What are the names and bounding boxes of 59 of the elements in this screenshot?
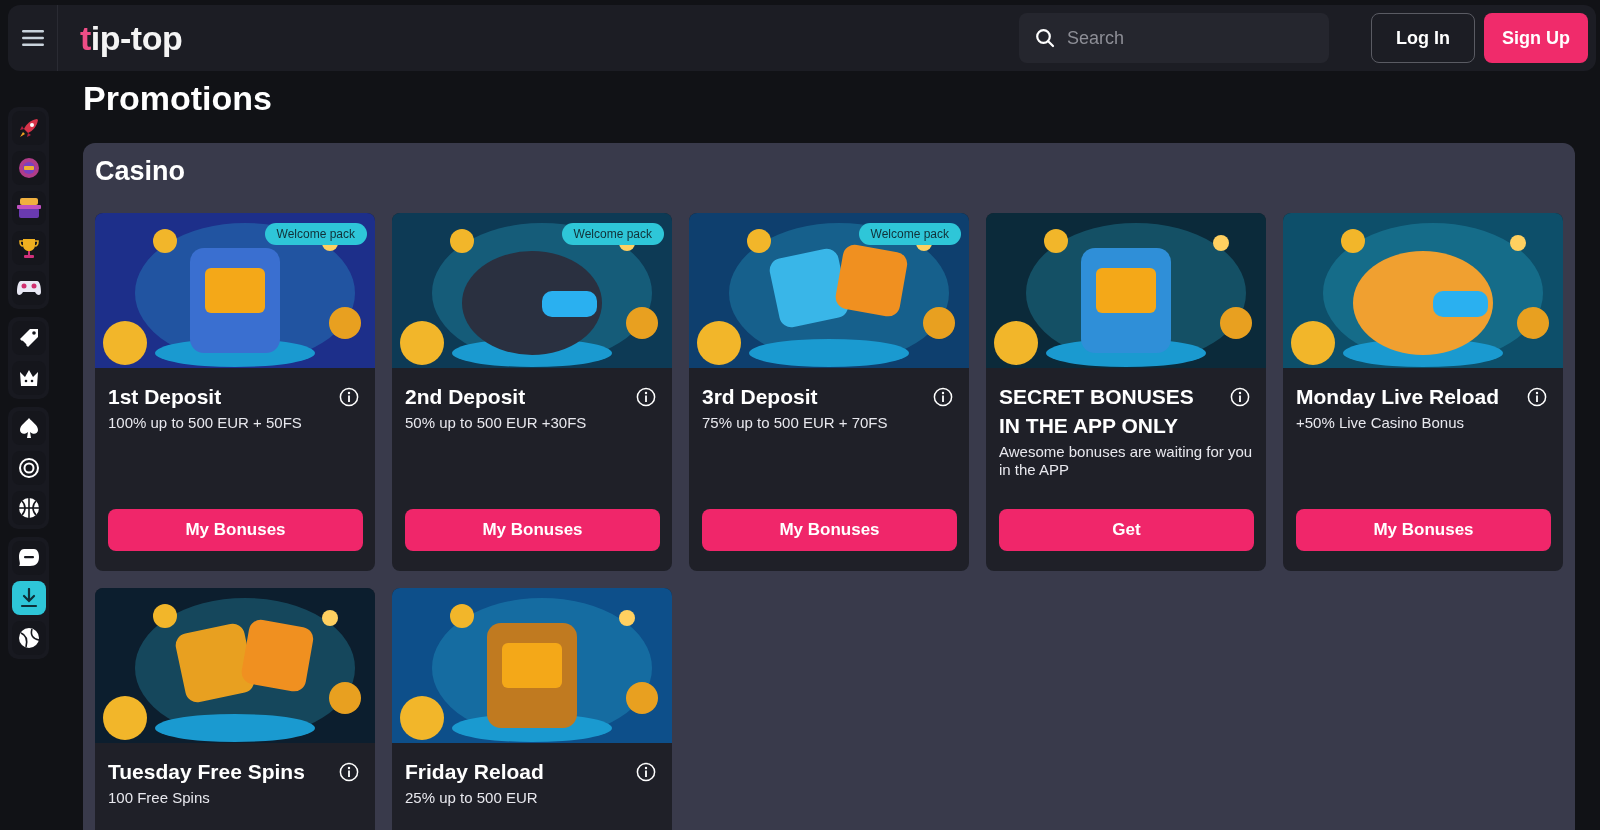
card-description: 50% up to 500 EUR +30FS bbox=[405, 414, 588, 433]
spade-icon bbox=[18, 417, 39, 439]
sidebar-item[interactable] bbox=[11, 191, 46, 225]
card-description: +50% Live Casino Bonus bbox=[1296, 414, 1466, 433]
sidebar-item[interactable] bbox=[11, 231, 46, 265]
card-title: Tuesday Free Spins bbox=[108, 759, 305, 786]
sidebar-item[interactable] bbox=[11, 491, 46, 525]
card-title: 3rd Deposit bbox=[702, 384, 818, 411]
trophy-icon bbox=[16, 236, 41, 260]
download-button[interactable] bbox=[11, 581, 46, 615]
info-icon[interactable] bbox=[636, 762, 656, 783]
card-title: Monday Live Reload bbox=[1296, 384, 1500, 411]
info-icon[interactable] bbox=[933, 387, 953, 408]
card-description: 25% up to 500 EUR bbox=[405, 789, 539, 808]
log-in-button[interactable]: Log In bbox=[1371, 13, 1475, 63]
bonus-button[interactable]: Get bbox=[999, 509, 1254, 552]
info-icon[interactable] bbox=[339, 387, 359, 408]
bonus-button[interactable]: My Bonuses bbox=[108, 509, 363, 552]
card-title: Friday Reload bbox=[405, 759, 544, 786]
basketball-icon bbox=[17, 497, 40, 519]
sidebar-item[interactable] bbox=[11, 361, 46, 395]
card-description: 100 Free Spins bbox=[108, 789, 211, 808]
card-description: 75% up to 500 EUR + 70FS bbox=[702, 414, 889, 433]
sidebar-item[interactable] bbox=[11, 321, 46, 355]
section-title: Casino bbox=[95, 154, 186, 188]
target-icon bbox=[17, 457, 40, 479]
card-title: SECRET BONUSES IN THE APP ONLY bbox=[999, 384, 1195, 440]
card-title: 1st Deposit bbox=[108, 384, 222, 411]
menu-icon bbox=[21, 30, 44, 46]
bonus-button[interactable]: My Bonuses bbox=[1296, 509, 1551, 552]
info-icon[interactable] bbox=[636, 387, 656, 408]
card-description: Awesome bonuses are waiting for you in the APP bbox=[999, 443, 1254, 480]
sidebar-item[interactable] bbox=[11, 151, 46, 185]
welcome-badge: Welcome pack bbox=[561, 223, 664, 246]
bonus-button[interactable]: My Bonuses bbox=[405, 509, 660, 552]
page-title: Promotions bbox=[83, 78, 272, 119]
card-title: 2nd Deposit bbox=[405, 384, 526, 411]
tennis-ball-icon bbox=[17, 627, 40, 649]
info-icon[interactable] bbox=[1230, 387, 1250, 408]
sidebar-item[interactable] bbox=[11, 411, 46, 445]
wheel-icon bbox=[16, 156, 41, 180]
search-field[interactable]: Search bbox=[1019, 13, 1329, 63]
crown-icon bbox=[17, 368, 40, 388]
welcome-badge: Welcome pack bbox=[858, 223, 961, 246]
info-icon[interactable] bbox=[339, 762, 359, 783]
card-description: 100% up to 500 EUR + 50FS bbox=[108, 414, 303, 433]
sign-up-button[interactable]: Sign Up bbox=[1484, 13, 1588, 63]
chat-icon bbox=[17, 548, 40, 568]
bonus-button[interactable]: My Bonuses bbox=[702, 509, 957, 552]
sidebar-item[interactable] bbox=[11, 271, 46, 305]
sidebar-item[interactable] bbox=[11, 621, 46, 655]
logo[interactable]: tip-top bbox=[80, 18, 183, 58]
store-icon bbox=[15, 196, 42, 220]
info-icon[interactable] bbox=[1527, 387, 1547, 408]
sidebar-item[interactable] bbox=[11, 451, 46, 485]
welcome-badge: Welcome pack bbox=[264, 223, 367, 246]
download-icon bbox=[19, 588, 38, 608]
sidebar-item[interactable] bbox=[11, 541, 46, 575]
search-icon bbox=[1035, 28, 1055, 48]
